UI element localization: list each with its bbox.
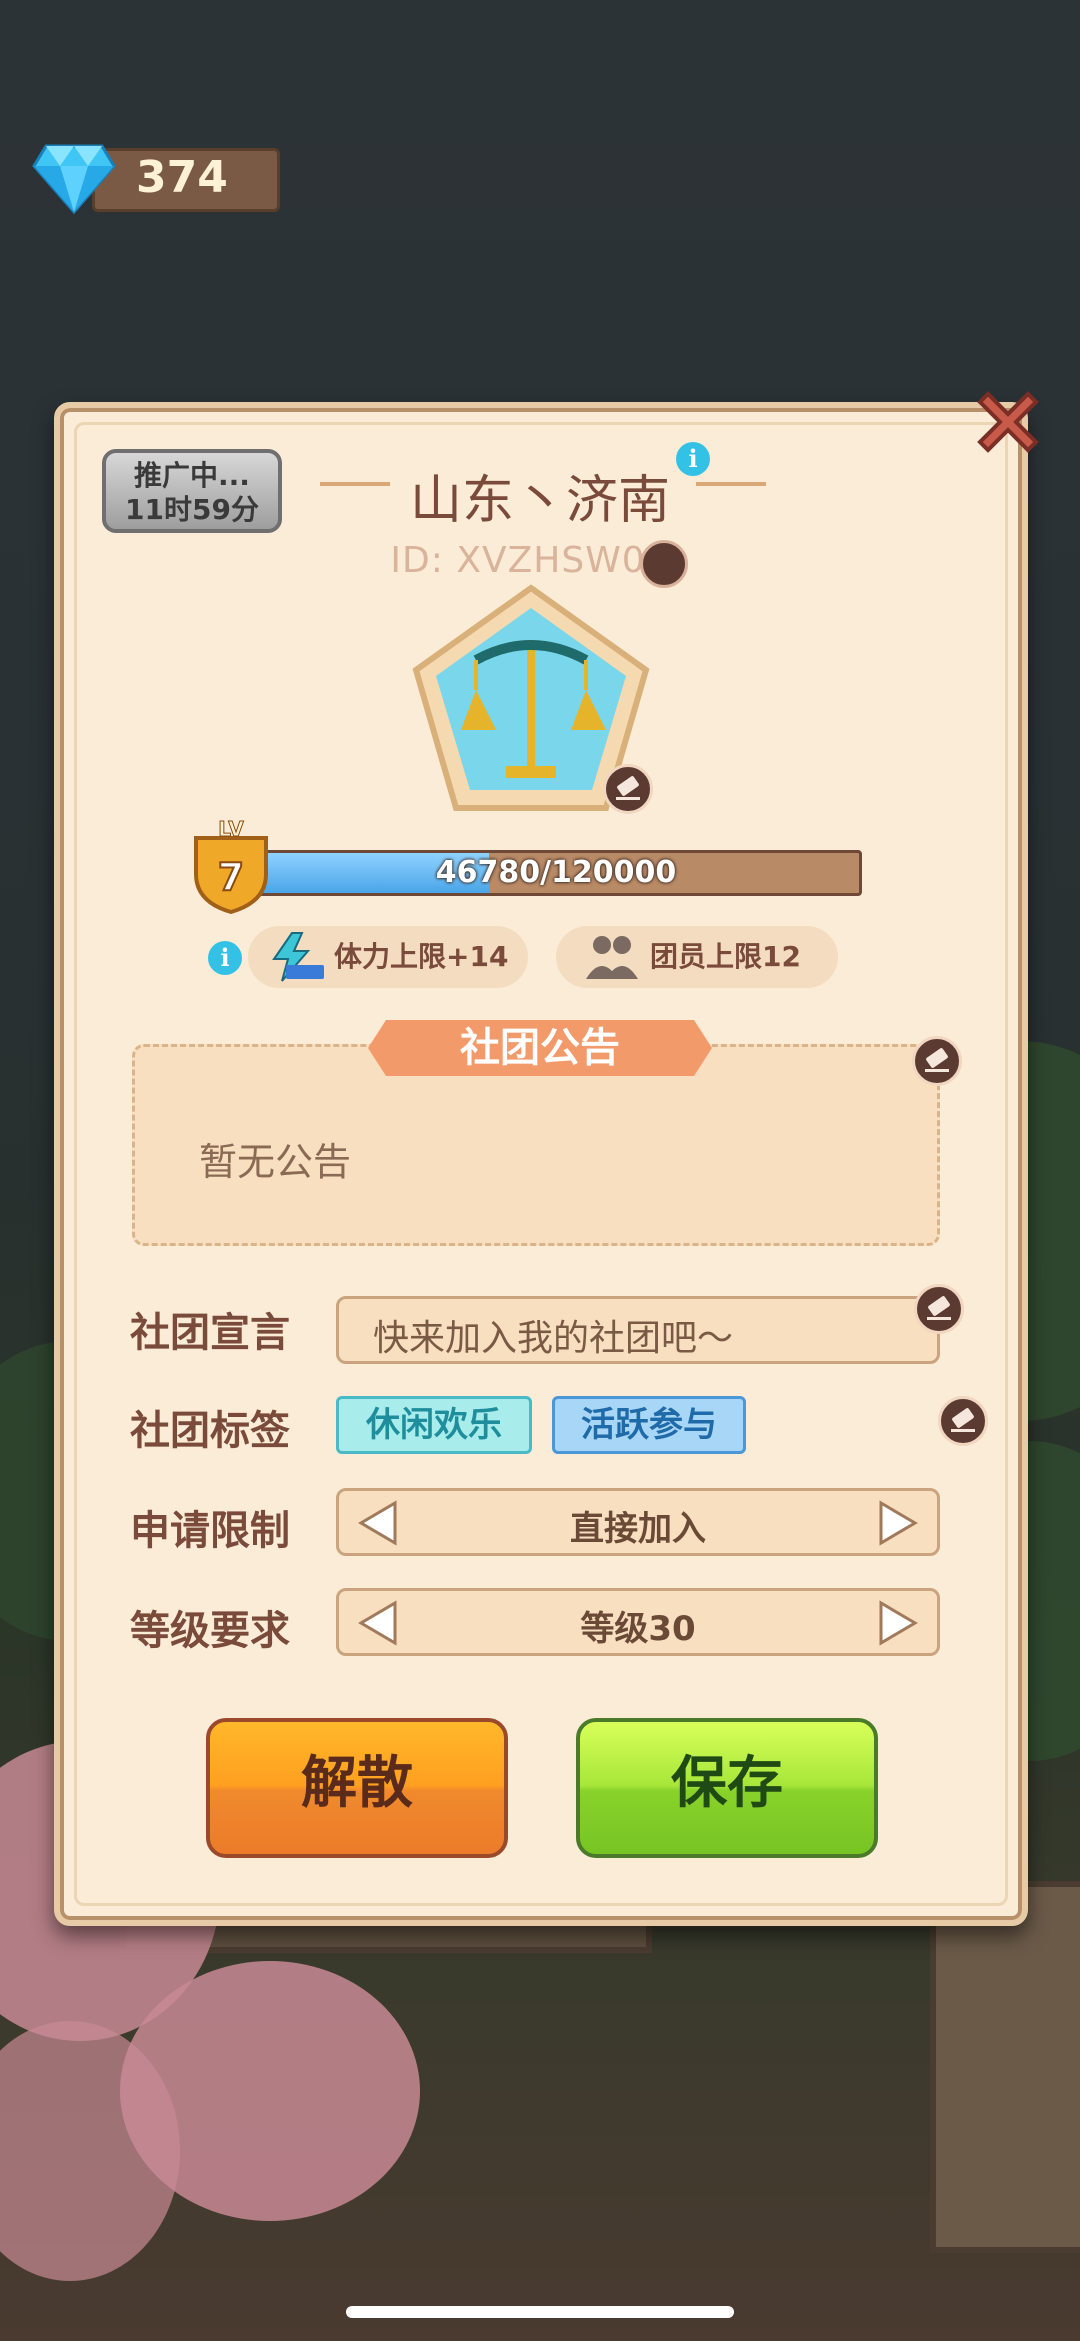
perk-info-icon[interactable]: i: [208, 941, 242, 975]
members-icon: [586, 936, 638, 979]
stamina-max-icon: [272, 932, 324, 982]
club-name: 山东丶济南: [409, 471, 670, 531]
stamina-perk-label: 体力上限+14: [334, 940, 509, 973]
gem-count: 374: [136, 152, 228, 203]
level-badge-icon: 7 LV: [194, 818, 268, 914]
edit-emblem-icon[interactable]: [603, 764, 653, 814]
stamina-perk: 体力上限+14: [248, 926, 528, 988]
apply-restriction-label: 申请限制: [130, 1508, 290, 1554]
close-icon[interactable]: [966, 380, 1050, 464]
save-button[interactable]: 保存: [576, 1718, 878, 1858]
declaration-label: 社团宣言: [130, 1310, 290, 1356]
tag-casual: 休闲欢乐: [336, 1396, 532, 1454]
members-perk-label: 团员上限12: [650, 940, 801, 973]
level-requirement-label: 等级要求: [130, 1608, 290, 1654]
tags-label: 社团标签: [130, 1408, 290, 1454]
level-label: LV: [218, 818, 244, 841]
club-id: ID: XVZHSW01: [390, 540, 670, 581]
notice-text: 暂无公告: [199, 1140, 352, 1184]
tag-active: 活跃参与: [552, 1396, 746, 1454]
notice-title: 社团公告: [368, 1020, 712, 1076]
apply-next-arrow-icon[interactable]: [873, 1499, 921, 1547]
edit-notice-icon[interactable]: [912, 1036, 962, 1086]
home-indicator[interactable]: [346, 2306, 734, 2318]
level-number: 7: [218, 855, 244, 899]
diamond-icon: [32, 144, 116, 215]
disband-button[interactable]: 解散: [206, 1718, 508, 1858]
declaration-field[interactable]: 快来加入我的社团吧～: [336, 1296, 940, 1364]
experience-text: 46780/120000: [435, 855, 677, 890]
info-icon[interactable]: i: [676, 442, 710, 476]
level-next-arrow-icon[interactable]: [873, 1599, 921, 1647]
gem-counter[interactable]: 374: [32, 140, 280, 215]
level-requirement-value: 等级30: [580, 1609, 696, 1649]
apply-restriction-selector: 直接加入: [336, 1488, 940, 1556]
edit-declaration-icon[interactable]: [914, 1284, 964, 1334]
apply-restriction-value: 直接加入: [570, 1509, 706, 1549]
edit-tags-icon[interactable]: [938, 1396, 988, 1446]
members-perk: 团员上限12: [556, 926, 838, 988]
level-requirement-selector: 等级30: [336, 1588, 940, 1656]
club-experience-bar: 46780/120000: [250, 850, 862, 896]
declaration-value: 快来加入我的社团吧～: [373, 1318, 734, 1359]
